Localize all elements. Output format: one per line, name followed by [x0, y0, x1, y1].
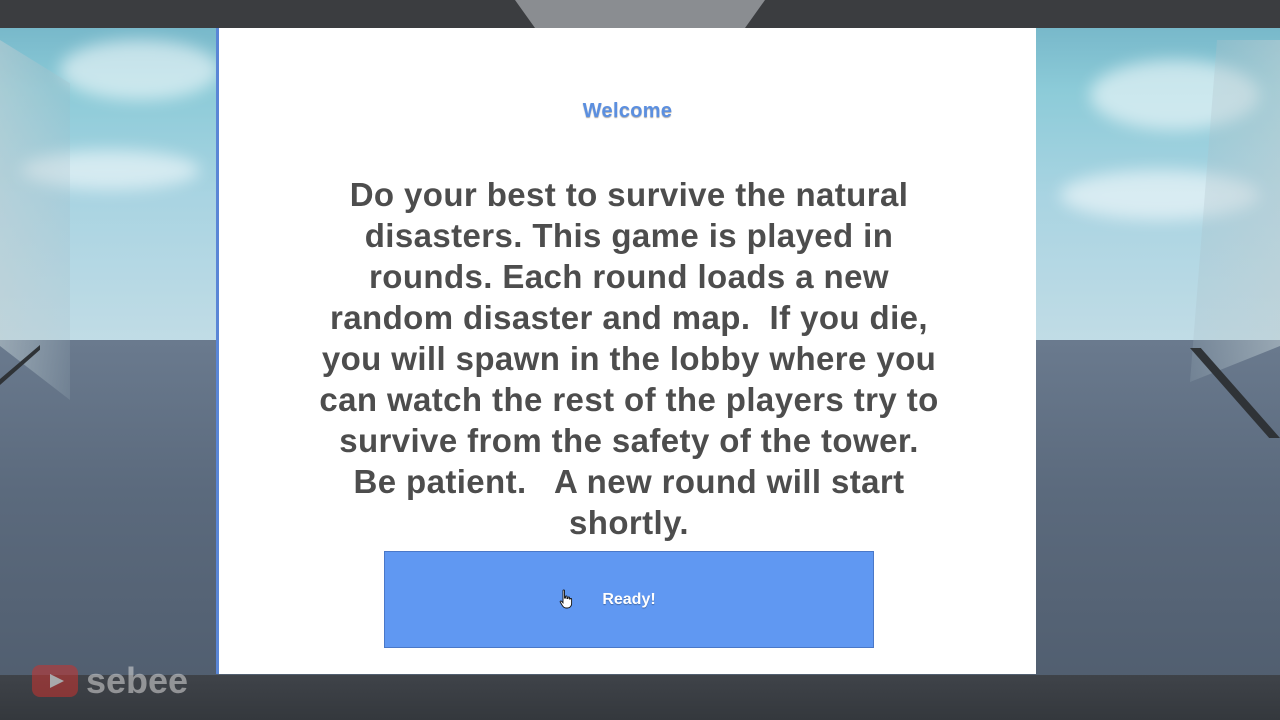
dialog-title: Welcome: [582, 100, 673, 122]
welcome-dialog: Welcome Do your best to survive the natu…: [216, 28, 1036, 674]
ready-button[interactable]: Ready!: [384, 551, 874, 648]
floor-shadow: [0, 675, 1280, 720]
cloud: [60, 40, 220, 100]
left-pillar: [0, 40, 70, 400]
ready-button-label: Ready!: [602, 590, 656, 608]
ceiling-light: [515, 0, 765, 28]
dialog-message: Do your best to survive the natural disa…: [319, 176, 949, 541]
youtube-logo-icon: [32, 665, 78, 697]
hand-cursor-icon: [559, 589, 573, 609]
game-scene: Welcome Do your best to survive the natu…: [0, 0, 1280, 720]
channel-watermark: sebee: [32, 662, 188, 700]
watermark-text: sebee: [86, 660, 189, 701]
